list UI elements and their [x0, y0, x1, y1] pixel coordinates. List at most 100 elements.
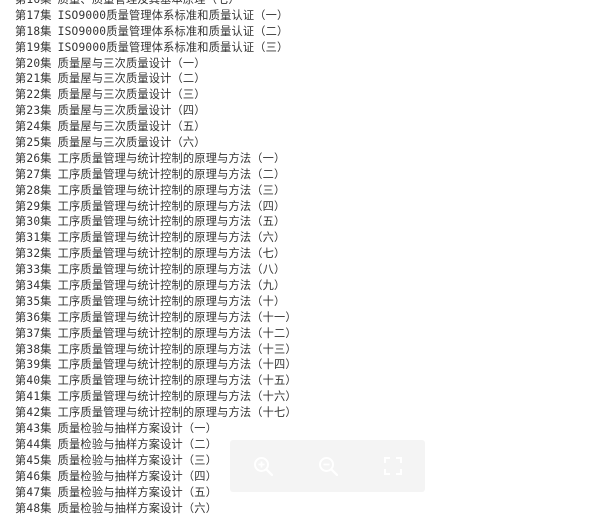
episode-title: 质量检验与抽样方案设计（一）	[58, 422, 217, 435]
episode-number: 第42集	[15, 406, 52, 419]
episode-title: 质量检验与抽样方案设计（六）	[58, 502, 217, 515]
episode-title: 工序质量管理与统计控制的原理与方法（十）	[58, 295, 286, 308]
episode-number: 第39集	[15, 358, 52, 371]
episode-list: 第16集质量、质量管理及其基本原理（七）第17集ISO9000质量管理体系标准和…	[15, 0, 297, 516]
episode-number: 第41集	[15, 390, 52, 403]
episode-title: 工序质量管理与统计控制的原理与方法（六）	[58, 231, 286, 244]
episode-number: 第40集	[15, 374, 52, 387]
zoom-in-button[interactable]	[249, 452, 277, 480]
episode-item: 第22集质量屋与三次质量设计（三）	[15, 87, 297, 103]
episode-number: 第25集	[15, 136, 52, 149]
episode-title: 工序质量管理与统计控制的原理与方法（一）	[58, 152, 286, 165]
episode-item: 第43集质量检验与抽样方案设计（一）	[15, 421, 297, 437]
episode-number: 第43集	[15, 422, 52, 435]
episode-item: 第29集工序质量管理与统计控制的原理与方法（四）	[15, 199, 297, 215]
zoom-in-icon	[252, 455, 274, 477]
episode-item: 第17集 ISO9000质量管理体系标准和质量认证（一）	[15, 8, 297, 24]
episode-item: 第42集工序质量管理与统计控制的原理与方法（十七）	[15, 405, 297, 421]
episode-title: 质量屋与三次质量设计（六）	[58, 136, 206, 149]
image-viewer-toolbar	[230, 440, 425, 492]
episode-title: 工序质量管理与统计控制的原理与方法（三）	[58, 184, 286, 197]
episode-title: 工序质量管理与统计控制的原理与方法（十六）	[58, 390, 297, 403]
fullscreen-icon	[382, 455, 404, 477]
episode-number: 第19集	[15, 41, 52, 54]
episode-number: 第36集	[15, 311, 52, 324]
episode-number: 第29集	[15, 200, 52, 213]
episode-number: 第48集	[15, 502, 52, 515]
episode-item: 第19集 ISO9000质量管理体系标准和质量认证（三）	[15, 40, 297, 56]
episode-item: 第24集质量屋与三次质量设计（五）	[15, 119, 297, 135]
episode-item: 第37集工序质量管理与统计控制的原理与方法（十二）	[15, 326, 297, 342]
episode-title: ISO9000质量管理体系标准和质量认证（一）	[58, 9, 289, 22]
episode-number: 第24集	[15, 120, 52, 133]
episode-number: 第30集	[15, 215, 52, 228]
episode-item: 第40集工序质量管理与统计控制的原理与方法（十五）	[15, 373, 297, 389]
episode-item: 第27集工序质量管理与统计控制的原理与方法（二）	[15, 167, 297, 183]
fullscreen-button[interactable]	[379, 452, 407, 480]
episode-title: 质量、质量管理及其基本原理（七）	[58, 0, 240, 6]
episode-title: 工序质量管理与统计控制的原理与方法（十五）	[58, 374, 297, 387]
episode-number: 第22集	[15, 88, 52, 101]
episode-number: 第32集	[15, 247, 52, 260]
episode-item: 第25集质量屋与三次质量设计（六）	[15, 135, 297, 151]
episode-item: 第18集 ISO9000质量管理体系标准和质量认证（二）	[15, 24, 297, 40]
episode-item: 第26集工序质量管理与统计控制的原理与方法（一）	[15, 151, 297, 167]
episode-number: 第45集	[15, 454, 52, 467]
episode-title: 工序质量管理与统计控制的原理与方法（五）	[58, 215, 286, 228]
episode-item: 第33集工序质量管理与统计控制的原理与方法（八）	[15, 262, 297, 278]
episode-item: 第20集质量屋与三次质量设计（一）	[15, 56, 297, 72]
episode-item: 第28集工序质量管理与统计控制的原理与方法（三）	[15, 183, 297, 199]
episode-number: 第17集	[15, 9, 52, 22]
episode-item: 第30集工序质量管理与统计控制的原理与方法（五）	[15, 214, 297, 230]
episode-title: 质量屋与三次质量设计（五）	[58, 120, 206, 133]
episode-number: 第38集	[15, 343, 52, 356]
episode-title: 工序质量管理与统计控制的原理与方法（九）	[58, 279, 286, 292]
episode-item: 第36集工序质量管理与统计控制的原理与方法（十一）	[15, 310, 297, 326]
episode-number: 第18集	[15, 25, 52, 38]
episode-item: 第23集质量屋与三次质量设计（四）	[15, 103, 297, 119]
episode-item: 第35集工序质量管理与统计控制的原理与方法（十）	[15, 294, 297, 310]
episode-item: 第48集质量检验与抽样方案设计（六）	[15, 501, 297, 516]
episode-item: 第32集工序质量管理与统计控制的原理与方法（七）	[15, 246, 297, 262]
episode-title: 工序质量管理与统计控制的原理与方法（七）	[58, 247, 286, 260]
episode-title: 工序质量管理与统计控制的原理与方法（八）	[58, 263, 286, 276]
episode-number: 第31集	[15, 231, 52, 244]
episode-title: 工序质量管理与统计控制的原理与方法（十二）	[58, 327, 297, 340]
episode-number: 第28集	[15, 184, 52, 197]
episode-title: ISO9000质量管理体系标准和质量认证（三）	[58, 41, 289, 54]
episode-title: ISO9000质量管理体系标准和质量认证（二）	[58, 25, 289, 38]
episode-item: 第16集质量、质量管理及其基本原理（七）	[15, 0, 297, 8]
episode-title: 质量屋与三次质量设计（四）	[58, 104, 206, 117]
episode-number: 第33集	[15, 263, 52, 276]
episode-number: 第26集	[15, 152, 52, 165]
episode-title: 工序质量管理与统计控制的原理与方法（十七）	[58, 406, 297, 419]
episode-item: 第34集工序质量管理与统计控制的原理与方法（九）	[15, 278, 297, 294]
zoom-out-button[interactable]	[314, 452, 342, 480]
episode-number: 第47集	[15, 486, 52, 499]
episode-number: 第23集	[15, 104, 52, 117]
episode-number: 第16集	[15, 0, 52, 6]
episode-title: 工序质量管理与统计控制的原理与方法（十四）	[58, 358, 297, 371]
episode-title: 质量屋与三次质量设计（一）	[58, 57, 206, 70]
episode-item: 第21集质量屋与三次质量设计（二）	[15, 71, 297, 87]
episode-title: 质量屋与三次质量设计（二）	[58, 72, 206, 85]
episode-number: 第46集	[15, 470, 52, 483]
episode-number: 第37集	[15, 327, 52, 340]
episode-number: 第44集	[15, 438, 52, 451]
episode-number: 第21集	[15, 72, 52, 85]
episode-number: 第34集	[15, 279, 52, 292]
episode-title: 质量检验与抽样方案设计（五）	[58, 486, 217, 499]
episode-number: 第35集	[15, 295, 52, 308]
episode-title: 质量屋与三次质量设计（三）	[58, 88, 206, 101]
episode-number: 第27集	[15, 168, 52, 181]
episode-title: 工序质量管理与统计控制的原理与方法（四）	[58, 200, 286, 213]
zoom-out-icon	[317, 455, 339, 477]
episode-title: 质量检验与抽样方案设计（四）	[58, 470, 217, 483]
episode-title: 质量检验与抽样方案设计（二）	[58, 438, 217, 451]
episode-item: 第31集工序质量管理与统计控制的原理与方法（六）	[15, 230, 297, 246]
episode-title: 工序质量管理与统计控制的原理与方法（十一）	[58, 311, 297, 324]
episode-item: 第41集工序质量管理与统计控制的原理与方法（十六）	[15, 389, 297, 405]
episode-item: 第39集工序质量管理与统计控制的原理与方法（十四）	[15, 357, 297, 373]
episode-title: 工序质量管理与统计控制的原理与方法（二）	[58, 168, 286, 181]
episode-number: 第20集	[15, 57, 52, 70]
